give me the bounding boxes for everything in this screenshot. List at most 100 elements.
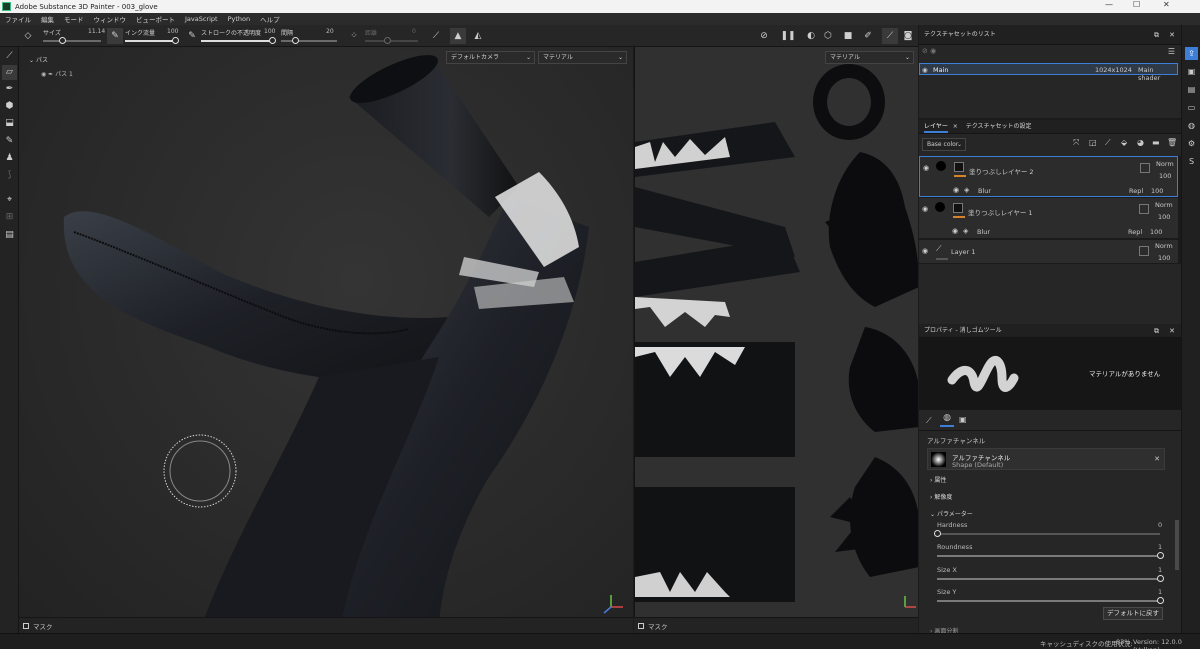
menu-edit[interactable]: 編集 (41, 14, 54, 24)
channel-select[interactable]: Base color ⌄ (922, 138, 966, 151)
link-icon[interactable]: ⊘ ◉ (922, 47, 936, 55)
minimize-button[interactable]: — (1105, 0, 1113, 9)
distance-slider-handle[interactable] (384, 37, 391, 44)
layer-opacity[interactable]: 100 (1159, 172, 1171, 180)
size-x-slider[interactable] (937, 578, 1160, 580)
eye-icon[interactable]: ◉ (922, 66, 928, 74)
menu-file[interactable]: ファイル (5, 14, 31, 24)
alpha-slot[interactable]: アルファチャンネル Shape (Default) ✕ (927, 448, 1165, 470)
add-smart-material-icon[interactable]: ◕ (1137, 138, 1144, 147)
roundness-slider-handle[interactable] (1157, 552, 1164, 559)
stroke-opacity-value[interactable]: 100 (264, 28, 275, 35)
paths-header[interactable]: ⌄ パス (29, 55, 48, 64)
eye-icon[interactable]: ◉ (923, 164, 929, 172)
add-fill-layer-icon[interactable]: ⬙ (1121, 138, 1127, 147)
eye-icon[interactable]: ◉ (922, 247, 928, 255)
close-button[interactable]: ✕ (1163, 0, 1170, 9)
mask-toggle-icon[interactable] (23, 622, 29, 629)
size-value[interactable]: 11.14 (88, 28, 105, 35)
layer-name[interactable]: 塗りつぶしレイヤー 2 (969, 166, 1034, 176)
clone-stamp-icon[interactable]: ♟ (2, 151, 17, 166)
display-settings-icon[interactable]: ◍ (1185, 119, 1198, 132)
eraser-icon[interactable]: ▱ (2, 65, 17, 80)
menu-javascript[interactable]: JavaScript (185, 15, 218, 23)
menu-python[interactable]: Python (228, 15, 251, 23)
material-select-3d[interactable]: マテリアル ⌄ (538, 51, 627, 64)
flow-slider-handle[interactable] (172, 37, 179, 44)
polygon-fill-icon[interactable]: ⬓ (2, 116, 17, 131)
undock-icon[interactable]: ⧉ (1154, 25, 1159, 45)
filter-name[interactable]: Blur (977, 228, 990, 236)
screenshot-icon[interactable]: ◙ (900, 28, 916, 44)
roundness-value[interactable]: 1 (1158, 543, 1162, 551)
stroke-opacity-slider[interactable] (201, 40, 275, 42)
pause-icon[interactable]: ❚❚ (780, 28, 796, 44)
viewport-2d[interactable]: マテリアル ⌄ (634, 47, 918, 633)
size-slider[interactable] (43, 40, 101, 42)
shader-settings-icon[interactable]: ⚙ (1185, 137, 1198, 150)
close-panel-icon[interactable]: ✕ (1169, 25, 1175, 45)
filter-opacity[interactable]: 100 (1151, 187, 1163, 195)
substance-icon[interactable]: S (1185, 155, 1198, 168)
eye-icon[interactable]: ◉ (922, 205, 928, 213)
camera-select[interactable]: デフォルトカメラ ⌄ (446, 51, 535, 64)
alpha-tab-icon[interactable]: ◍ (940, 413, 954, 427)
menu-mode[interactable]: モード (64, 14, 84, 24)
symmetry-settings-icon[interactable]: ◭ (470, 28, 486, 44)
layer-opacity[interactable]: 100 (1158, 254, 1170, 262)
texture-set-row[interactable]: ◉ Main 1024x1024 Main shader (919, 63, 1178, 82)
layer-name[interactable]: 塗りつぶしレイヤー 1 (968, 207, 1033, 217)
bake-icon[interactable]: ▤ (2, 228, 17, 243)
texture-set-icon[interactable]: ▣ (1185, 65, 1198, 78)
add-mask-icon[interactable]: ◲ (1089, 138, 1097, 147)
spacing-value[interactable]: 20 (326, 28, 334, 35)
viewport-3d[interactable]: デフォルトカメラ ⌄ マテリアル ⌄ ⌄ パス ◉ ✒ パス 1 (19, 47, 633, 633)
close-panel-icon[interactable]: ✕ (1169, 324, 1175, 338)
size-y-slider[interactable] (937, 600, 1160, 602)
mask-toggle-icon[interactable] (638, 622, 644, 629)
brush-preset-icon[interactable]: ◇ (20, 28, 36, 44)
projection-icon[interactable]: ✒ (2, 82, 17, 97)
layer-name[interactable]: Layer 1 (951, 248, 975, 256)
distance-slider[interactable] (365, 40, 418, 42)
paint-brush-icon[interactable]: ⟋ (2, 49, 17, 64)
geometry-fill-icon[interactable]: ⬢ (2, 99, 17, 114)
path-icon[interactable]: ⟆ (2, 168, 17, 183)
filter-opacity[interactable]: 100 (1150, 228, 1162, 236)
roundness-slider[interactable] (937, 555, 1160, 557)
filter-blend-mode[interactable]: Repl (1129, 187, 1143, 195)
layer-row[interactable]: ◉ ⟋ Layer 1 Norm 100 (919, 240, 1178, 264)
layers-icon[interactable]: ▤ (1185, 83, 1198, 96)
distance-value[interactable]: 0 (412, 28, 416, 35)
symmetry-icon[interactable]: ▲ (450, 28, 466, 44)
lazy-mouse-icon[interactable]: ⁘ (346, 28, 362, 44)
filter-blend-mode[interactable]: Repl (1128, 228, 1142, 236)
material-select-2d[interactable]: マテリアル ⌄ (825, 51, 914, 64)
path-list-item[interactable]: ◉ ✒ パス 1 (41, 69, 73, 78)
brush-cursor-icon[interactable]: ✐ (860, 28, 876, 44)
visibility-off-icon[interactable]: ⊘ (756, 28, 772, 44)
add-effect-icon[interactable]: ⤧ (1073, 138, 1079, 148)
menu-window[interactable]: ウィンドウ (94, 14, 127, 24)
attributes-section[interactable]: › 属性 (930, 475, 946, 484)
hardness-slider-handle[interactable] (934, 530, 941, 537)
add-paint-layer-icon[interactable]: ⟋ (1105, 138, 1111, 148)
layer-blend-mode[interactable]: Norm (1155, 201, 1173, 209)
tab-close-icon[interactable]: × (953, 123, 958, 130)
camera-icon[interactable]: ■ (840, 28, 856, 44)
add-folder-icon[interactable]: ▬ (1152, 138, 1160, 147)
measure-icon[interactable]: ⊞ (2, 210, 17, 225)
tab-layers[interactable]: レイヤー (924, 123, 948, 133)
texture-set-shader[interactable]: Main shader (1138, 66, 1177, 82)
layer-row[interactable]: ◉ 塗りつぶしレイヤー 1 Norm 100 ◉ ◈ Blur Repl 100 (919, 198, 1178, 239)
eye-icon[interactable]: ◉ (952, 227, 958, 235)
brush-tab-icon[interactable]: ⟋ (926, 416, 932, 426)
layer-opacity[interactable]: 100 (1158, 213, 1170, 221)
menu-viewport[interactable]: ビューポート (136, 14, 175, 24)
stroke-opacity-slider-handle[interactable] (269, 37, 276, 44)
size-slider-handle[interactable] (59, 37, 66, 44)
reset-defaults-button[interactable]: デフォルトに戻す (1103, 607, 1163, 620)
parameters-section[interactable]: ⌄ パラメーター (930, 509, 973, 518)
eye-icon[interactable]: ◉ (953, 186, 959, 194)
tab-texture-set-settings[interactable]: テクスチャセットの設定 (966, 123, 1032, 130)
